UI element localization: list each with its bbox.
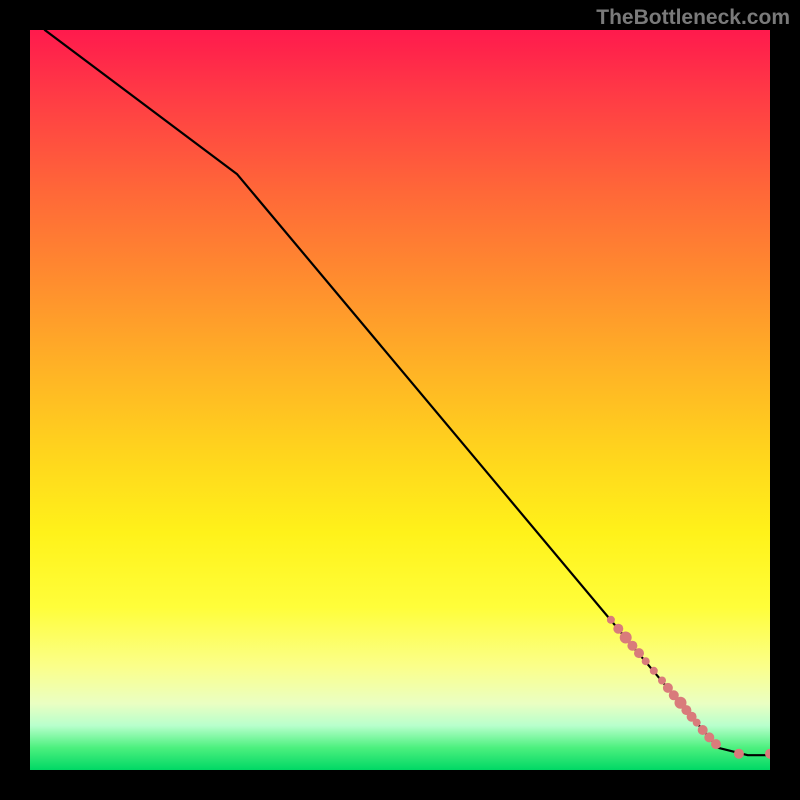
data-marker [765, 749, 770, 759]
data-marker [642, 657, 650, 665]
data-marker [634, 648, 644, 658]
data-marker [613, 624, 623, 634]
data-marker [607, 616, 615, 624]
data-marker [658, 677, 666, 685]
plot-area [30, 30, 770, 770]
chart-svg [30, 30, 770, 770]
data-marker [711, 739, 721, 749]
data-marker [650, 667, 658, 675]
chart-root: TheBottleneck.com [0, 0, 800, 800]
line-series [45, 30, 770, 755]
data-marker [693, 719, 701, 727]
data-marker [734, 749, 744, 759]
watermark-text: TheBottleneck.com [596, 6, 790, 30]
